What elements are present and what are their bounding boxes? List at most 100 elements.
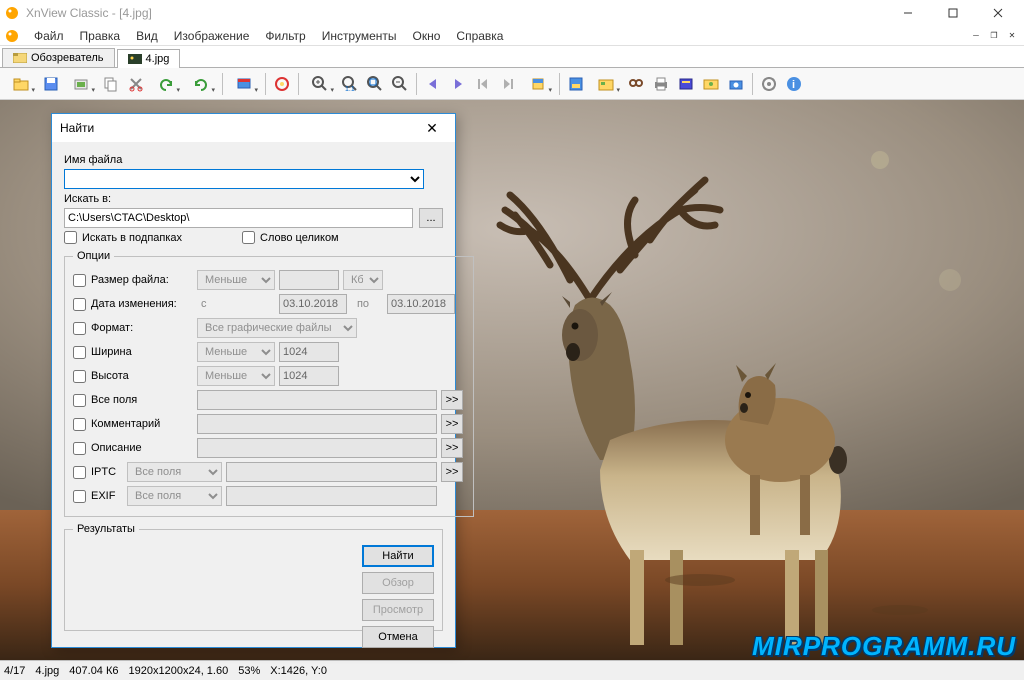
rotate-button[interactable] bbox=[521, 72, 555, 96]
subfolders-checkbox[interactable]: Искать в подпапках bbox=[64, 231, 182, 244]
height-value-input[interactable] bbox=[279, 366, 339, 386]
zoom-fit-button[interactable] bbox=[363, 72, 387, 96]
dialog-close-button[interactable]: ✕ bbox=[417, 120, 447, 137]
status-position: 4/17 bbox=[4, 665, 25, 677]
iptc-more-button[interactable]: >> bbox=[441, 462, 463, 482]
dialog-titlebar[interactable]: Найти ✕ bbox=[52, 114, 455, 142]
filename-label: Имя файла bbox=[64, 154, 443, 166]
mdi-restore-button[interactable]: ❐ bbox=[986, 29, 1002, 43]
find-dialog: Найти ✕ Имя файла Искать в: ... Искать в… bbox=[51, 113, 456, 648]
description-checkbox[interactable]: Описание bbox=[73, 442, 193, 455]
minimize-button[interactable] bbox=[885, 0, 930, 26]
date-to-input[interactable] bbox=[387, 294, 455, 314]
filesize-op-select[interactable]: Меньше bbox=[197, 270, 275, 290]
scan-button[interactable] bbox=[64, 72, 98, 96]
comment-more-button[interactable]: >> bbox=[441, 414, 463, 434]
exif-checkbox[interactable]: EXIF bbox=[73, 490, 123, 503]
settings-button[interactable] bbox=[757, 72, 781, 96]
cut-button[interactable] bbox=[124, 72, 148, 96]
exif-field-select[interactable]: Все поля bbox=[127, 486, 222, 506]
filesize-value-input[interactable] bbox=[279, 270, 339, 290]
svg-text:i: i bbox=[792, 79, 795, 91]
slideshow-button[interactable] bbox=[227, 72, 261, 96]
info-button[interactable]: i bbox=[782, 72, 806, 96]
mdi-close-button[interactable]: ✕ bbox=[1004, 29, 1020, 43]
width-checkbox[interactable]: Ширина bbox=[73, 346, 193, 359]
from-label: с bbox=[197, 298, 275, 310]
browse-path-button[interactable]: ... bbox=[419, 208, 443, 228]
mdi-minimize-button[interactable]: ─ bbox=[968, 29, 984, 43]
camera-button[interactable] bbox=[724, 72, 748, 96]
zoom-actual-button[interactable]: 1:1 bbox=[338, 72, 362, 96]
menu-view[interactable]: Вид bbox=[128, 27, 166, 45]
maximize-button[interactable] bbox=[930, 0, 975, 26]
status-zoom: 53% bbox=[238, 665, 260, 677]
print-button[interactable] bbox=[649, 72, 673, 96]
capture-button[interactable] bbox=[699, 72, 723, 96]
first-page-button[interactable] bbox=[471, 72, 495, 96]
path-input[interactable] bbox=[64, 208, 413, 228]
modified-checkbox[interactable]: Дата изменения: bbox=[73, 298, 193, 311]
view-button[interactable]: Просмотр bbox=[362, 599, 434, 621]
tag-button[interactable] bbox=[270, 72, 294, 96]
iptc-input[interactable] bbox=[226, 462, 437, 482]
open-button[interactable] bbox=[4, 72, 38, 96]
status-filename: 4.jpg bbox=[35, 665, 59, 677]
copy-button[interactable] bbox=[99, 72, 123, 96]
allfields-more-button[interactable]: >> bbox=[441, 390, 463, 410]
cancel-button[interactable]: Отмена bbox=[362, 626, 434, 648]
redo-button[interactable] bbox=[184, 72, 218, 96]
description-more-button[interactable]: >> bbox=[441, 438, 463, 458]
menu-image[interactable]: Изображение bbox=[166, 27, 258, 45]
wholeword-checkbox[interactable]: Слово целиком bbox=[242, 231, 339, 244]
dialog-title: Найти bbox=[60, 121, 417, 135]
app-icon bbox=[4, 5, 20, 21]
find-button[interactable] bbox=[624, 72, 648, 96]
fullscreen-button[interactable] bbox=[564, 72, 588, 96]
comment-input[interactable] bbox=[197, 414, 437, 434]
height-checkbox[interactable]: Высота bbox=[73, 370, 193, 383]
height-op-select[interactable]: Меньше bbox=[197, 366, 275, 386]
window-titlebar: XnView Classic - [4.jpg] bbox=[0, 0, 1024, 26]
status-coords: X:1426, Y:0 bbox=[270, 665, 327, 677]
width-value-input[interactable] bbox=[279, 342, 339, 362]
menu-file[interactable]: Файл bbox=[26, 27, 72, 45]
menu-tools[interactable]: Инструменты bbox=[314, 27, 405, 45]
close-button[interactable] bbox=[975, 0, 1020, 26]
image-icon bbox=[128, 54, 142, 64]
find-button[interactable]: Найти bbox=[362, 545, 434, 567]
filename-combo[interactable] bbox=[64, 169, 424, 189]
filesize-checkbox[interactable]: Размер файла: bbox=[73, 274, 193, 287]
iptc-checkbox[interactable]: IPTC bbox=[73, 466, 123, 479]
browse-results-button[interactable]: Обзор bbox=[362, 572, 434, 594]
comment-checkbox[interactable]: Комментарий bbox=[73, 418, 193, 431]
format-checkbox[interactable]: Формат: bbox=[73, 322, 193, 335]
zoom-out-button[interactable] bbox=[388, 72, 412, 96]
undo-button[interactable] bbox=[149, 72, 183, 96]
next-button[interactable] bbox=[446, 72, 470, 96]
browse-button[interactable] bbox=[589, 72, 623, 96]
menu-help[interactable]: Справка bbox=[448, 27, 511, 45]
convert-button[interactable] bbox=[674, 72, 698, 96]
status-dimensions: 1920x1200x24, 1.60 bbox=[129, 665, 229, 677]
tab-image[interactable]: 4.jpg bbox=[117, 49, 181, 68]
format-select[interactable]: Все графические файлы bbox=[197, 318, 357, 338]
to-label: по bbox=[343, 298, 383, 310]
last-page-button[interactable] bbox=[496, 72, 520, 96]
description-input[interactable] bbox=[197, 438, 437, 458]
date-from-input[interactable] bbox=[279, 294, 347, 314]
menu-window[interactable]: Окно bbox=[405, 27, 449, 45]
exif-input[interactable] bbox=[226, 486, 437, 506]
menu-edit[interactable]: Правка bbox=[72, 27, 129, 45]
zoom-in-button[interactable] bbox=[303, 72, 337, 96]
menu-filter[interactable]: Фильтр bbox=[257, 27, 313, 45]
status-filesize: 407.04 К6 bbox=[69, 665, 118, 677]
allfields-input[interactable] bbox=[197, 390, 437, 410]
prev-button[interactable] bbox=[421, 72, 445, 96]
iptc-field-select[interactable]: Все поля bbox=[127, 462, 222, 482]
save-button[interactable] bbox=[39, 72, 63, 96]
allfields-checkbox[interactable]: Все поля bbox=[73, 394, 193, 407]
width-op-select[interactable]: Меньше bbox=[197, 342, 275, 362]
filesize-unit-select[interactable]: Кб bbox=[343, 270, 383, 290]
tab-browser[interactable]: Обозреватель bbox=[2, 48, 115, 67]
